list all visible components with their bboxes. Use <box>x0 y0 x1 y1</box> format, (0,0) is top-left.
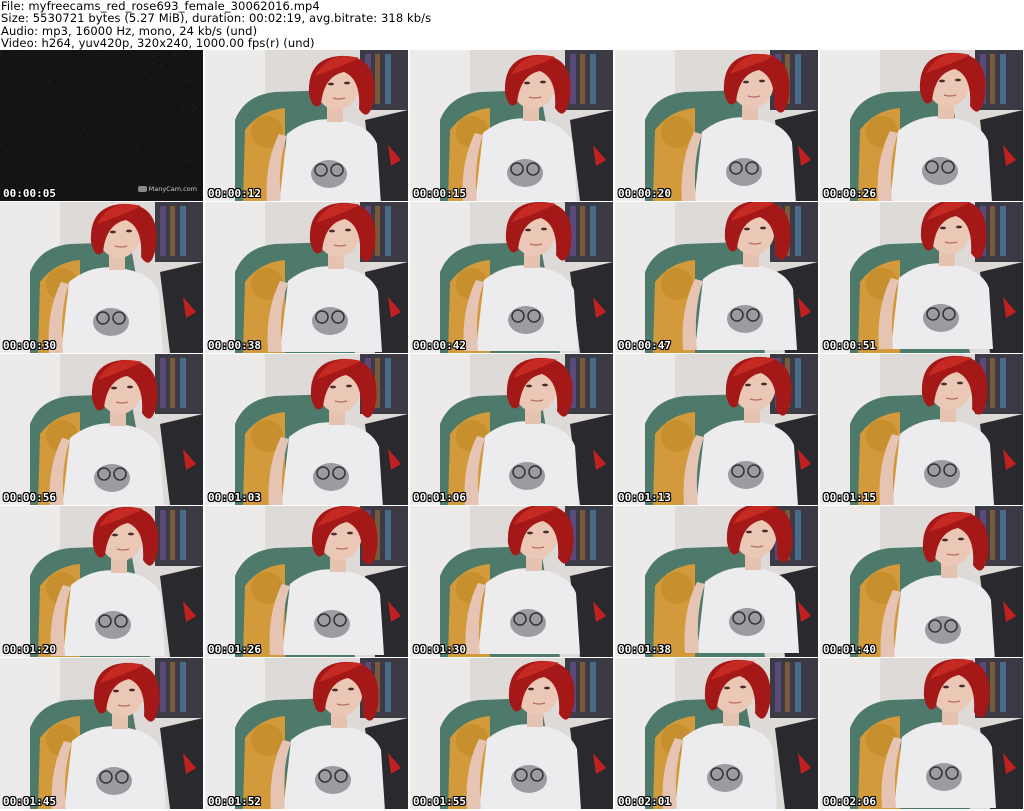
video-thumbnail: 00:02:01 <box>615 658 818 809</box>
video-frame-image <box>410 50 613 201</box>
frame-timestamp: 00:00:05 <box>3 187 56 200</box>
frame-timestamp: 00:01:13 <box>618 491 671 504</box>
video-frame-image <box>0 658 203 809</box>
video-frame-image <box>615 354 818 505</box>
video-frame-image <box>820 50 1023 201</box>
video-frame-image <box>410 506 613 657</box>
video-frame-image <box>615 50 818 201</box>
frame-timestamp: 00:01:03 <box>208 491 261 504</box>
video-info-line: Video: h264, yuv420p, 320x240, 1000.00 f… <box>1 36 315 51</box>
video-thumbnail: 00:00:12 <box>205 50 408 201</box>
thumbnail-grid: ManyCam.com 00:00:05 00:00:12 00:00:15 00:00… <box>0 50 1024 811</box>
video-frame-image <box>0 202 203 353</box>
media-info-header: File: myfreecams_red_rose693_female_3006… <box>0 0 1024 50</box>
video-frame-image <box>205 354 408 505</box>
frame-timestamp: 00:00:47 <box>618 339 671 352</box>
frame-timestamp: 00:01:30 <box>413 643 466 656</box>
frame-timestamp: 00:00:51 <box>823 339 876 352</box>
video-thumbnail: 00:01:06 <box>410 354 613 505</box>
video-thumbnail: 00:01:45 <box>0 658 203 809</box>
video-thumbnail: 00:01:03 <box>205 354 408 505</box>
video-thumbnail: 00:00:15 <box>410 50 613 201</box>
frame-timestamp: 00:01:06 <box>413 491 466 504</box>
frame-timestamp: 00:01:20 <box>3 643 56 656</box>
frame-timestamp: 00:00:42 <box>413 339 466 352</box>
frame-timestamp: 00:01:52 <box>208 795 261 808</box>
dark-frame-image <box>0 50 203 201</box>
camera-icon <box>137 186 147 192</box>
video-thumbnail: 00:00:51 <box>820 202 1023 353</box>
video-frame-image <box>615 202 818 353</box>
video-frame-image <box>615 506 818 657</box>
video-frame-image <box>410 658 613 809</box>
video-thumbnail: 00:00:26 <box>820 50 1023 201</box>
video-thumbnail: 00:01:30 <box>410 506 613 657</box>
video-thumbnail: 00:00:47 <box>615 202 818 353</box>
video-thumbnail: 00:01:40 <box>820 506 1023 657</box>
frame-timestamp: 00:01:38 <box>618 643 671 656</box>
frame-timestamp: 00:00:12 <box>208 187 261 200</box>
frame-timestamp: 00:01:40 <box>823 643 876 656</box>
video-thumbnail: 00:01:13 <box>615 354 818 505</box>
frame-timestamp: 00:00:56 <box>3 491 56 504</box>
video-frame-image <box>205 50 408 201</box>
frame-timestamp: 00:01:55 <box>413 795 466 808</box>
frame-timestamp: 00:01:15 <box>823 491 876 504</box>
frame-timestamp: 00:01:45 <box>3 795 56 808</box>
frame-timestamp: 00:00:15 <box>413 187 466 200</box>
video-thumbnail: 00:01:52 <box>205 658 408 809</box>
frame-timestamp: 00:02:06 <box>823 795 876 808</box>
video-frame-image <box>410 202 613 353</box>
video-frame-image <box>205 506 408 657</box>
file-size-line: Size: 5530721 bytes (5.27 MiB), duration… <box>1 11 432 26</box>
video-frame-image <box>205 658 408 809</box>
watermark-text: ManyCam.com <box>148 185 197 193</box>
video-thumbnail: 00:01:38 <box>615 506 818 657</box>
video-thumbnail: 00:00:20 <box>615 50 818 201</box>
video-frame-image <box>820 354 1023 505</box>
manycam-watermark: ManyCam.com <box>137 185 197 193</box>
video-frame-image <box>0 506 203 657</box>
video-thumbnail: 00:01:15 <box>820 354 1023 505</box>
frame-timestamp: 00:00:30 <box>3 339 56 352</box>
video-thumbnail: 00:00:56 <box>0 354 203 505</box>
video-thumbnail: 00:00:30 <box>0 202 203 353</box>
video-thumbnail: 00:01:55 <box>410 658 613 809</box>
frame-timestamp: 00:00:20 <box>618 187 671 200</box>
video-thumbnail: 00:00:38 <box>205 202 408 353</box>
video-thumbnail: 00:01:26 <box>205 506 408 657</box>
video-frame-image <box>615 658 818 809</box>
video-frame-image <box>820 202 1023 353</box>
video-frame-image <box>0 354 203 505</box>
video-thumbnail: 00:01:20 <box>0 506 203 657</box>
frame-timestamp: 00:02:01 <box>618 795 671 808</box>
video-thumbnail: ManyCam.com 00:00:05 <box>0 50 203 201</box>
frame-timestamp: 00:00:26 <box>823 187 876 200</box>
video-thumbnail: 00:02:06 <box>820 658 1023 809</box>
frame-timestamp: 00:00:38 <box>208 339 261 352</box>
frame-timestamp: 00:01:26 <box>208 643 261 656</box>
video-frame-image <box>820 506 1023 657</box>
video-frame-image <box>820 658 1023 809</box>
video-frame-image <box>205 202 408 353</box>
video-thumbnail: 00:00:42 <box>410 202 613 353</box>
video-frame-image <box>410 354 613 505</box>
